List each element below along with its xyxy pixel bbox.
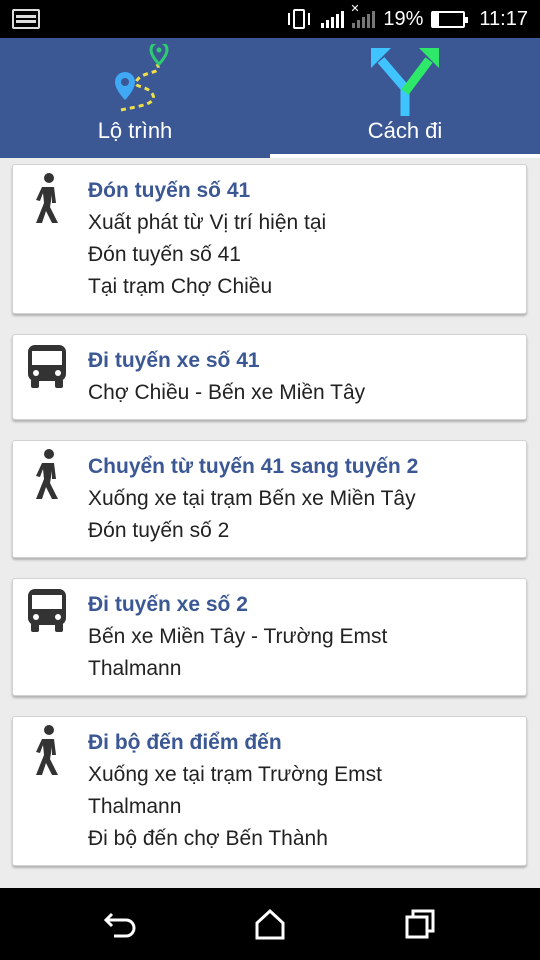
step-title: Đi tuyến xe số 41 (88, 349, 260, 372)
step-card[interactable]: Đi tuyến xe số 2 Bến xe Miền Tây - Trường… (12, 578, 527, 696)
steps-list: Đón tuyến số 41 Xuất phát từ Vị trí hiện … (12, 164, 527, 886)
step-detail-line: Xuống xe tại trạm Trường Emst (88, 763, 382, 786)
bus-icon (25, 343, 69, 395)
status-bar: ✕ 19% 11:17 (0, 0, 540, 38)
step-detail-line: Đón tuyến số 41 (88, 243, 241, 266)
no-signal-icon: ✕ (350, 3, 376, 28)
step-title: Đón tuyến số 41 (88, 179, 251, 202)
battery-icon (431, 10, 469, 28)
step-detail-line: Xuống xe tại trạm Bến xe Miền Tây (88, 487, 416, 510)
back-icon[interactable] (100, 906, 140, 942)
tab-route[interactable]: Lộ trình (0, 38, 270, 158)
tab-indicator (270, 154, 540, 158)
status-icons: ✕ 19% 11:17 (285, 0, 528, 38)
step-detail-line: Đón tuyến số 2 (88, 519, 230, 542)
step-card[interactable]: Đi bộ đến điểm đến Xuống xe tại trạm Trườ… (12, 716, 527, 866)
step-detail-line: Đi bộ đến chợ Bến Thành (88, 827, 328, 850)
walking-person-icon (25, 725, 69, 777)
step-detail-line: Thalmann (88, 795, 182, 818)
step-detail-line: Tại trạm Chợ Chiều (88, 275, 273, 298)
walking-person-icon (25, 173, 69, 225)
bus-icon (25, 587, 69, 639)
recents-icon[interactable] (400, 906, 440, 942)
notification-icon (12, 9, 40, 29)
tab-directions-label: Cách đi (367, 118, 443, 143)
tab-route-label: Lộ trình (97, 118, 173, 143)
battery-percent: 19% (383, 7, 424, 30)
step-title: Đi tuyến xe số 2 (88, 593, 248, 616)
route-map-icon (99, 40, 171, 121)
clock: 11:17 (479, 7, 528, 30)
step-card[interactable]: Đi tuyến xe số 41 Chợ Chiều - Bến xe Miền… (12, 334, 527, 420)
walking-person-icon (25, 449, 69, 501)
step-detail-line: Chợ Chiều - Bến xe Miền Tây (88, 381, 366, 404)
signal-icon (321, 10, 345, 28)
step-title: Đi bộ đến điểm đến (88, 731, 282, 754)
step-card[interactable]: Chuyển từ tuyến 41 sang tuyến 2 Xuống xe … (12, 440, 527, 558)
home-icon[interactable] (250, 906, 290, 942)
step-card[interactable]: Đón tuyến số 41 Xuất phát từ Vị trí hiện … (12, 164, 527, 314)
step-detail-line: Thalmann (88, 657, 182, 680)
tab-bar: Lộ trình Cách đi (0, 38, 540, 158)
navigation-bar (0, 888, 540, 960)
step-detail-line: Xuất phát từ Vị trí hiện tại (88, 211, 327, 234)
tab-directions[interactable]: Cách đi (270, 38, 540, 158)
step-detail-line: Bến xe Miền Tây - Trường Emst (88, 625, 388, 648)
step-title: Chuyển từ tuyến 41 sang tuyến 2 (88, 455, 419, 478)
vibrate-icon (285, 8, 313, 30)
fork-arrows-icon (369, 44, 441, 121)
